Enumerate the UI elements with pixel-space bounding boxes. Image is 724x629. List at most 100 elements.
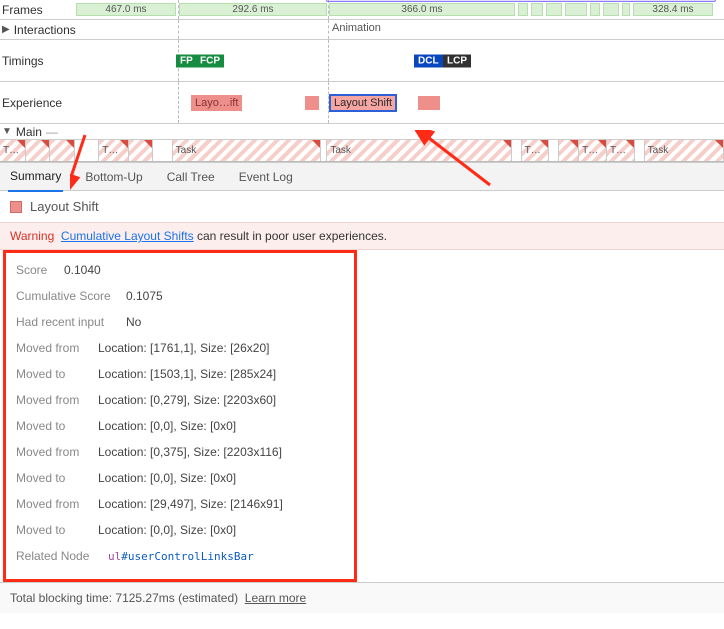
detail-value: 0.1075 [126,289,163,303]
main-track[interactable] [98,124,724,139]
learn-more-link[interactable]: Learn more [245,591,306,605]
detail-row: Moved toLocation: [0,0], Size: [0x0] [16,413,344,439]
timeline-panel: Frames 467.0 ms 292.6 ms 366.0 ms 328.4 … [0,0,724,163]
experience-block[interactable]: Layo…ift [191,95,242,111]
detail-value: Location: [1761,1], Size: [26x20] [98,341,269,355]
experience-block[interactable] [418,96,440,110]
detail-label: Moved from [16,393,98,407]
task-gap [512,140,522,161]
related-node-value[interactable]: ul#userControlLinksBar [108,549,254,563]
task-block[interactable]: T… [99,140,129,161]
task-block[interactable]: Task [645,140,724,161]
experience-row: Experience Layo…ift Layout Shift [0,82,724,124]
timing-dcl[interactable]: DCL [414,54,443,67]
timing-lcp[interactable]: LCP [443,54,471,67]
frame-bar[interactable] [603,3,619,16]
frame-bar[interactable] [622,3,630,16]
frame-bar[interactable] [518,3,528,16]
detail-label: Moved from [16,497,98,511]
frames-track[interactable]: 467.0 ms 292.6 ms 366.0 ms 328.4 ms [98,0,724,19]
grid-line [178,82,179,123]
tab-bottom-up[interactable]: Bottom-Up [83,163,144,191]
main-label: ▼Main — [2,125,98,139]
detail-row: Moved fromLocation: [1761,1], Size: [26x… [16,335,344,361]
tab-summary[interactable]: Summary [8,162,63,192]
frame-bar[interactable]: 366.0 ms [329,3,515,16]
task-block[interactable]: Task [173,140,322,161]
frame-bar[interactable] [565,3,587,16]
detail-label: Cumulative Score [16,289,126,303]
detail-row: Moved fromLocation: [29,497], Size: [214… [16,491,344,517]
interactions-track[interactable]: Animation [98,20,724,39]
task-block[interactable]: T… [0,140,26,161]
warning-label: Warning [10,229,54,243]
timing-fp[interactable]: FP [176,54,197,67]
task-gap [153,140,173,161]
task-block[interactable] [26,140,50,161]
warning-tail: can result in poor user experiences. [194,229,387,243]
tasks-strip[interactable]: T… T… Task Task T… T… T… Task [0,140,724,162]
detail-label: Score [16,263,64,277]
detail-label: Moved to [16,523,98,537]
task-block[interactable]: T… [579,140,607,161]
task-gap [635,140,645,161]
frame-bar[interactable] [590,3,600,16]
task-block[interactable]: T… [607,140,635,161]
interaction-span [326,0,716,2]
timings-row: Timings FP FCP DCL LCP [0,40,724,82]
frame-bar[interactable]: 467.0 ms [76,3,176,16]
tab-event-log[interactable]: Event Log [237,163,295,191]
layout-shift-title: Layout Shift [30,199,99,214]
detail-row: Moved fromLocation: [0,375], Size: [2203… [16,439,344,465]
detail-row: Moved toLocation: [0,0], Size: [0x0] [16,517,344,543]
footer-bar: Total blocking time: 7125.27ms (estimate… [0,582,724,613]
frame-bar[interactable]: 292.6 ms [179,3,327,16]
detail-value: Location: [0,0], Size: [0x0] [98,471,236,485]
caret-right-icon[interactable]: ▶ [2,24,10,35]
frame-bar[interactable]: 328.4 ms [633,3,713,16]
detail-label: Moved to [16,471,98,485]
task-block[interactable]: T… [522,140,550,161]
detail-value: 0.1040 [64,263,101,277]
detail-value: Location: [0,0], Size: [0x0] [98,419,236,433]
warning-bar: Warning Cumulative Layout Shifts can res… [0,222,724,250]
detail-value: Location: [0,279], Size: [2203x60] [98,393,276,407]
experience-layout-shift-selected[interactable]: Layout Shift [330,95,396,111]
interactions-row: ▶Interactions Animation [0,20,724,40]
warning-link[interactable]: Cumulative Layout Shifts [61,229,194,243]
detail-row: Moved toLocation: [0,0], Size: [0x0] [16,465,344,491]
task-gap [75,140,99,161]
task-block[interactable] [559,140,579,161]
detail-value: No [126,315,141,329]
experience-block[interactable] [305,96,319,110]
task-block[interactable] [50,140,76,161]
grid-line [328,20,329,39]
timings-label: Timings [2,54,98,68]
details-tabs: Summary Bottom-Up Call Tree Event Log [0,163,724,191]
timing-fcp[interactable]: FCP [196,54,224,67]
detail-label: Moved to [16,367,98,381]
detail-row: Cumulative Score0.1075 [16,283,344,309]
task-block[interactable]: Task [327,140,511,161]
grid-line [178,20,179,39]
main-row: ▼Main — [0,124,724,140]
frame-bar[interactable] [546,3,562,16]
task-block[interactable] [129,140,153,161]
tab-call-tree[interactable]: Call Tree [165,163,217,191]
detail-value: Location: [1503,1], Size: [285x24] [98,367,276,381]
grid-line [328,82,329,123]
grid-line [328,40,329,81]
caret-down-icon[interactable]: ▼ [2,126,12,137]
frame-bar[interactable] [531,3,543,16]
timings-track[interactable]: FP FCP DCL LCP [98,40,724,81]
footer-prefix: Total blocking time: [10,591,115,605]
detail-value: Location: [0,0], Size: [0x0] [98,523,236,537]
details-panel: Score0.1040 Cumulative Score0.1075 Had r… [3,250,357,582]
experience-track[interactable]: Layo…ift Layout Shift [98,82,724,123]
detail-row: Score0.1040 [16,257,344,283]
footer-value: 7125.27ms (estimated) [115,591,238,605]
task-gap [549,140,559,161]
animation-label: Animation [332,22,381,34]
detail-label: Related Node [16,549,108,563]
detail-label: Moved to [16,419,98,433]
